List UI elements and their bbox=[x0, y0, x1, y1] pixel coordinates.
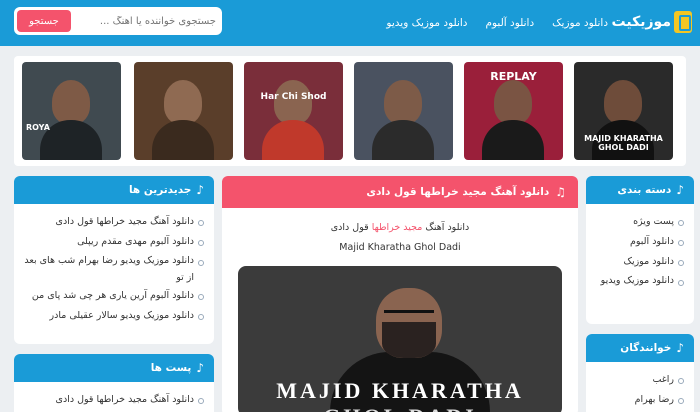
post-header: ♫ دانلود آهنگ مجید خراطها قول دادی bbox=[222, 176, 578, 208]
music-logo-icon bbox=[674, 11, 692, 33]
categories-header: ♪ دسته بندی bbox=[586, 176, 694, 204]
singers-title: خوانندگان bbox=[620, 342, 672, 354]
latest-title: جدیدترین ها bbox=[128, 184, 192, 196]
nav-download-music[interactable]: دانلود موزیک bbox=[552, 17, 608, 29]
latest-box: ♪ جدیدترین ها دانلود آهنگ مجید خراطها قو… bbox=[14, 176, 214, 344]
nav-download-music-video[interactable]: دانلود موزیک ویدیو bbox=[386, 17, 467, 29]
singers-header: ♪ خوانندگان bbox=[586, 334, 694, 362]
cover-beard bbox=[382, 322, 436, 358]
post-title[interactable]: دانلود آهنگ مجید خراطها قول دادی bbox=[366, 186, 549, 198]
carousel-card[interactable]: REPLAY bbox=[464, 62, 563, 160]
singers-box: ♪ خوانندگان راغب رضا بهرام bbox=[586, 334, 694, 412]
site-logo[interactable]: موزیکیت bbox=[612, 8, 692, 36]
posts-box: ♪ پست ها دانلود آهنگ مجید خراطها قول داد… bbox=[14, 354, 214, 412]
post-subtitle-suffix: قول دادی bbox=[330, 222, 369, 233]
latest-item[interactable]: دانلود آهنگ مجید خراطها قول دادی bbox=[22, 212, 204, 232]
singer-item[interactable]: رضا بهرام bbox=[594, 390, 684, 410]
music-note-icon: ♪ bbox=[196, 361, 204, 375]
latest-list: دانلود آهنگ مجید خراطها قول دادی دانلود … bbox=[14, 204, 214, 332]
categories-box: ♪ دسته بندی پست ویژه دانلود آلبوم دانلود… bbox=[586, 176, 694, 324]
artist-body bbox=[262, 120, 324, 160]
search-input[interactable] bbox=[76, 11, 216, 31]
carousel-card-label: Har Chi Shod bbox=[260, 92, 327, 102]
artist-portrait bbox=[384, 80, 422, 124]
category-item[interactable]: دانلود موزیک bbox=[594, 252, 684, 272]
post-item[interactable]: دانلود آهنگ مجید خراطها قول دادی bbox=[22, 390, 204, 410]
latest-item[interactable]: دانلود موزیک ویدیو سالار عقیلی مادر bbox=[22, 306, 204, 326]
category-item[interactable]: پست ویژه bbox=[594, 212, 684, 232]
categories-title: دسته بندی bbox=[617, 184, 672, 196]
carousel-card-label: MAJID KHARATHA GHOL DADI bbox=[584, 134, 663, 152]
carousel-card[interactable]: Har Chi Shod bbox=[244, 62, 343, 160]
carousel-card[interactable] bbox=[134, 62, 233, 160]
categories-list: پست ویژه دانلود آلبوم دانلود موزیک دانلو… bbox=[586, 204, 694, 295]
carousel-card[interactable] bbox=[354, 62, 453, 160]
artist-portrait bbox=[604, 80, 642, 124]
nav-download-album[interactable]: دانلود آلبوم bbox=[485, 17, 534, 29]
latest-item[interactable]: دانلود موزیک ویدیو رضا بهرام شب های بعد … bbox=[22, 252, 204, 286]
search-box: جستجو bbox=[14, 7, 222, 35]
site-header: موزیکیت دانلود موزیک دانلود آلبوم دانلود… bbox=[0, 0, 700, 46]
posts-header: ♪ پست ها bbox=[14, 354, 214, 382]
logo-text: موزیکیت bbox=[611, 14, 671, 30]
cover-artist-name: MAJID KHARATHA bbox=[276, 378, 524, 403]
posts-list: دانلود آهنگ مجید خراطها قول دادی bbox=[14, 382, 214, 412]
category-item[interactable]: دانلود آلبوم bbox=[594, 232, 684, 252]
artist-portrait bbox=[164, 80, 202, 124]
posts-title: پست ها bbox=[150, 362, 192, 374]
carousel-card-label: ROYA bbox=[26, 123, 50, 132]
main-post: ♫ دانلود آهنگ مجید خراطها قول دادی دانلو… bbox=[222, 176, 578, 412]
singers-list: راغب رضا بهرام bbox=[586, 362, 694, 412]
carousel-card-label: REPLAY bbox=[490, 70, 537, 83]
download-music-icon: ♫ bbox=[555, 185, 566, 199]
latest-item[interactable]: دانلود آلبوم مهدی مقدم ریپلی bbox=[22, 232, 204, 252]
artist-body bbox=[372, 120, 434, 160]
latest-header: ♪ جدیدترین ها bbox=[14, 176, 214, 204]
category-item[interactable]: دانلود موزیک ویدیو bbox=[594, 272, 684, 289]
post-subtitle-prefix: دانلود آهنگ bbox=[425, 222, 470, 233]
post-subtitle: دانلود آهنگ مجید خراطها قول دادی bbox=[222, 222, 578, 233]
artist-body bbox=[152, 120, 214, 160]
cover-glasses bbox=[384, 310, 434, 319]
main-nav: دانلود موزیک دانلود آلبوم دانلود موزیک و… bbox=[386, 0, 608, 46]
carousel-card[interactable]: MAJID KHARATHA GHOL DADI bbox=[574, 62, 673, 160]
cover-song-title: GHOL DADI bbox=[238, 404, 562, 412]
carousel-card[interactable]: ROYA bbox=[22, 62, 121, 160]
artist-portrait bbox=[494, 80, 532, 124]
artist-link[interactable]: مجید خراطها bbox=[372, 222, 423, 233]
artist-portrait bbox=[274, 80, 312, 124]
artist-body bbox=[482, 120, 544, 160]
featured-carousel: MAJID KHARATHA GHOL DADI REPLAY Har Chi … bbox=[14, 56, 686, 166]
cover-image: MAJID KHARATHA GHOL DADI bbox=[238, 266, 562, 412]
search-button[interactable]: جستجو bbox=[17, 10, 71, 32]
post-english-title: Majid Kharatha Ghol Dadi bbox=[339, 242, 461, 253]
music-note-icon: ♪ bbox=[676, 183, 684, 197]
latest-item[interactable]: دانلود آلبوم آرین یاری هر چی شد پای من bbox=[22, 286, 204, 306]
singer-item[interactable]: راغب bbox=[594, 370, 684, 390]
music-note-icon: ♪ bbox=[676, 341, 684, 355]
artist-portrait bbox=[52, 80, 90, 124]
music-note-icon: ♪ bbox=[196, 183, 204, 197]
